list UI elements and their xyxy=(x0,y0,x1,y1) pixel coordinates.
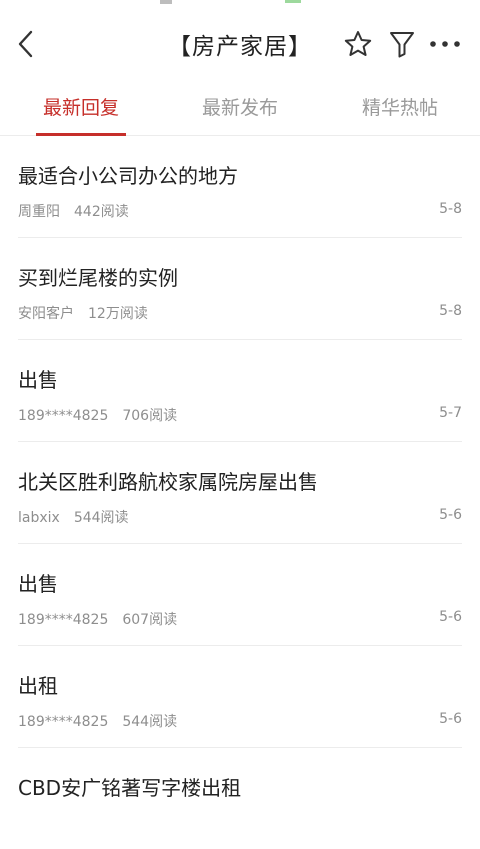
post-read-count: 544阅读 xyxy=(73,510,129,526)
tab-latest-replies[interactable]: 最新回复 xyxy=(26,78,136,135)
post-item[interactable]: 买到烂尾楼的实例 安阳客户 12万阅读 5-8 xyxy=(18,238,462,340)
status-bar xyxy=(0,0,480,10)
post-meta: 周重阳 442阅读 xyxy=(18,201,129,221)
post-item[interactable]: 最适合小公司办公的地方 周重阳 442阅读 5-8 xyxy=(18,136,462,238)
post-item[interactable]: 出售 189****4825 706阅读 5-7 xyxy=(18,340,462,442)
tab-label: 最新发布 xyxy=(201,97,278,119)
post-author: 189****4825 xyxy=(18,714,109,730)
post-title: 最适合小公司办公的地方 xyxy=(18,164,238,188)
post-author: 189****4825 xyxy=(18,612,109,628)
post-meta: labxix 544阅读 xyxy=(18,507,129,527)
post-author: 安阳客户 xyxy=(18,306,74,322)
post-author: 189****4825 xyxy=(18,408,109,424)
post-read-count: 706阅读 xyxy=(122,408,178,424)
post-item[interactable]: 出售 189****4825 607阅读 5-6 xyxy=(18,544,462,646)
tab-label: 最新回复 xyxy=(42,97,119,119)
top-nav-bar: 【房产家居】 xyxy=(0,10,480,78)
post-item[interactable]: 北关区胜利路航校家属院房屋出售 labxix 544阅读 5-6 xyxy=(18,442,462,544)
post-item[interactable]: 出租 189****4825 544阅读 5-6 xyxy=(18,646,462,748)
status-icon xyxy=(160,0,172,4)
post-date: 5-7 xyxy=(439,405,462,421)
post-date: 5-6 xyxy=(439,711,462,727)
post-title: 出售 xyxy=(18,368,58,392)
post-date: 5-6 xyxy=(439,609,462,625)
post-author: labxix xyxy=(18,510,60,526)
tab-label: 精华热帖 xyxy=(361,97,438,119)
filter-icon xyxy=(390,32,414,58)
tab-latest-posts[interactable]: 最新发布 xyxy=(185,78,295,135)
post-date: 5-8 xyxy=(439,303,462,319)
status-icon xyxy=(285,0,301,3)
post-title: 出租 xyxy=(18,674,58,698)
post-item[interactable]: CBD安广铭著写字楼出租 xyxy=(18,748,462,849)
post-title: CBD安广铭著写字楼出租 xyxy=(18,776,242,800)
post-title: 买到烂尾楼的实例 xyxy=(18,266,178,290)
more-button[interactable] xyxy=(428,27,462,61)
post-read-count: 607阅读 xyxy=(122,612,178,628)
post-meta: 189****4825 607阅读 xyxy=(18,609,177,629)
filter-button[interactable] xyxy=(385,27,419,61)
favorite-button[interactable] xyxy=(341,27,375,61)
tab-bar: 最新回复 最新发布 精华热帖 xyxy=(0,78,480,136)
post-title: 出售 xyxy=(18,572,58,596)
post-meta: 安阳客户 12万阅读 xyxy=(18,303,148,323)
post-title: 北关区胜利路航校家属院房屋出售 xyxy=(18,470,318,494)
post-date: 5-6 xyxy=(439,507,462,523)
more-icon xyxy=(430,41,460,47)
star-icon xyxy=(344,31,372,56)
post-read-count: 12万阅读 xyxy=(88,306,148,322)
post-read-count: 544阅读 xyxy=(122,714,178,730)
post-author: 周重阳 xyxy=(18,204,60,220)
post-meta: 189****4825 706阅读 xyxy=(18,405,177,425)
post-list: 最适合小公司办公的地方 周重阳 442阅读 5-8 买到烂尾楼的实例 安阳客户 12… xyxy=(0,136,480,849)
post-read-count: 442阅读 xyxy=(74,204,129,220)
tab-featured[interactable]: 精华热帖 xyxy=(345,78,455,135)
post-meta: 189****4825 544阅读 xyxy=(18,711,177,731)
post-date: 5-8 xyxy=(439,201,462,217)
